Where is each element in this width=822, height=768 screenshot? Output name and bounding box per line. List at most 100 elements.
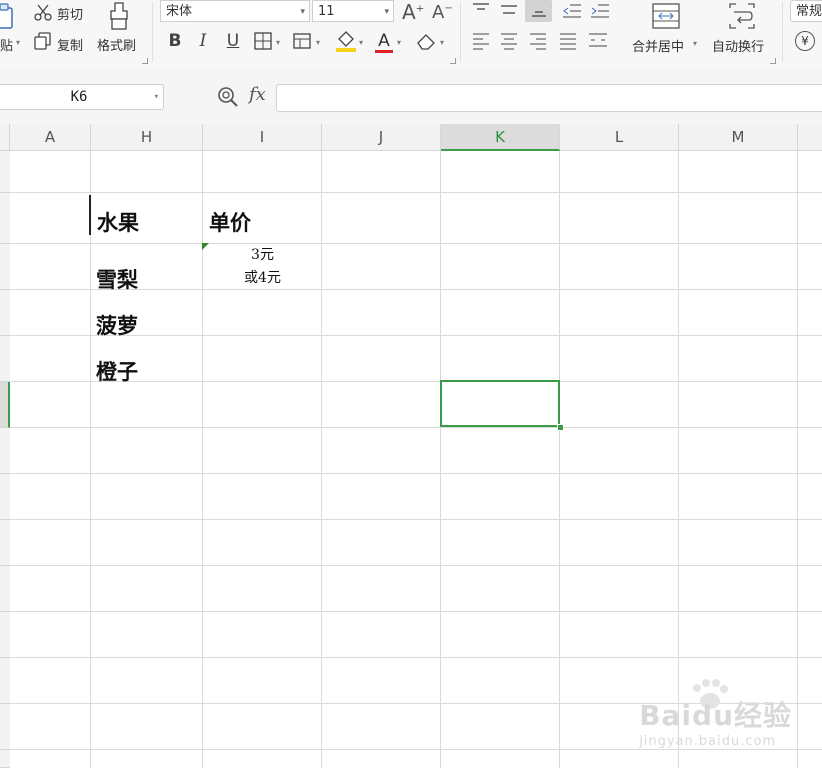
font-size-select[interactable]: 11 ▾ <box>312 0 394 22</box>
increase-indent-icon[interactable] <box>590 2 610 20</box>
paste-dropdown-icon[interactable]: ▾ <box>16 38 20 47</box>
grid-line <box>10 427 822 428</box>
align-left-icon[interactable] <box>471 32 491 50</box>
cell-h3-fruit[interactable]: 雪梨 <box>96 264 138 294</box>
currency-icon[interactable]: ¥ <box>795 31 815 51</box>
format-painter-icon[interactable] <box>106 1 132 31</box>
font-size-value: 11 <box>318 4 335 19</box>
grid-line <box>10 657 822 658</box>
currency-symbol: ¥ <box>801 34 809 48</box>
font-name-value: 宋体 <box>166 4 193 19</box>
name-box[interactable]: K6 ▾ <box>0 84 164 110</box>
function-button[interactable]: fx <box>249 84 266 105</box>
zoom-search-icon[interactable] <box>217 86 239 108</box>
chevron-down-icon[interactable]: ▾ <box>693 39 697 48</box>
grid-line <box>10 611 822 612</box>
row-header[interactable] <box>0 193 10 244</box>
format-painter-button[interactable]: 格式刷 <box>97 35 136 54</box>
comment-indicator-icon[interactable] <box>202 243 209 250</box>
clipboard-launcher-icon[interactable] <box>142 58 148 64</box>
price-line-2: 或4元 <box>244 270 281 286</box>
font-launcher-icon[interactable] <box>450 58 456 64</box>
alignment-launcher-icon[interactable] <box>770 58 776 64</box>
copy-button[interactable]: 复制 <box>57 35 83 54</box>
cell-h5-fruit[interactable]: 橙子 <box>96 356 138 386</box>
row-header[interactable] <box>0 704 10 750</box>
column-header-i[interactable]: I <box>203 124 322 151</box>
paste-icon[interactable] <box>0 2 16 30</box>
cell-h4-fruit[interactable]: 菠萝 <box>96 310 138 340</box>
row-header-active[interactable] <box>0 382 10 428</box>
grid-line <box>10 749 822 750</box>
watermark-url: jingyan.baidu.com <box>639 734 777 749</box>
select-all-corner[interactable] <box>0 124 10 151</box>
grid-line <box>10 192 822 193</box>
underline-button[interactable]: U <box>224 30 242 52</box>
fill-color-icon[interactable] <box>334 29 358 53</box>
chevron-down-icon[interactable]: ▾ <box>276 38 280 47</box>
column-header-n[interactable] <box>798 124 822 151</box>
wrap-text-icon[interactable] <box>727 2 757 30</box>
eraser-icon[interactable] <box>415 31 439 51</box>
align-bottom-icon <box>532 11 546 17</box>
baidu-watermark: Baidu经验 jingyan.baidu.com <box>639 679 792 749</box>
justify-icon[interactable] <box>558 32 578 50</box>
increase-font-button[interactable]: A+ <box>402 0 424 24</box>
row-header[interactable] <box>0 244 10 290</box>
chevron-down-icon[interactable]: ▾ <box>397 38 401 47</box>
row-header[interactable] <box>0 290 10 336</box>
column-header-l[interactable]: L <box>560 124 679 151</box>
row-header[interactable] <box>0 750 10 768</box>
font-color-button[interactable]: A <box>376 30 392 52</box>
active-cell-k6[interactable] <box>440 380 560 427</box>
chevron-down-icon: ▾ <box>153 92 159 102</box>
chevron-down-icon[interactable]: ▾ <box>359 38 363 47</box>
decrease-font-button[interactable]: A− <box>432 2 453 23</box>
group-separator <box>152 2 153 62</box>
copy-icon[interactable] <box>34 32 52 50</box>
chevron-down-icon[interactable]: ▾ <box>316 38 320 47</box>
row-header[interactable] <box>0 474 10 520</box>
number-format-select[interactable]: 常规 <box>790 0 822 22</box>
cell-i3-price[interactable]: 3元 或4元 <box>203 243 322 290</box>
font-name-select[interactable]: 宋体 ▾ <box>160 0 310 22</box>
column-header-j[interactable]: J <box>322 124 441 151</box>
formula-input[interactable] <box>276 84 822 112</box>
chevron-down-icon[interactable]: ▾ <box>440 38 444 47</box>
column-header-k[interactable]: K <box>441 124 560 151</box>
price-line-1: 3元 <box>251 247 274 263</box>
row-header[interactable] <box>0 336 10 382</box>
row-header[interactable] <box>0 566 10 612</box>
merge-center-icon[interactable] <box>651 2 681 30</box>
cut-button[interactable]: 剪切 <box>57 4 83 23</box>
cell-style-icon[interactable] <box>293 32 315 50</box>
distributed-align-icon[interactable] <box>587 32 609 50</box>
fill-handle[interactable] <box>557 424 564 431</box>
row-header[interactable] <box>0 151 10 193</box>
column-header-a[interactable]: A <box>10 124 91 151</box>
paste-label[interactable]: 贴 <box>0 35 13 54</box>
column-header-h[interactable]: H <box>91 124 203 151</box>
align-middle-icon[interactable] <box>499 2 519 18</box>
row-header[interactable] <box>0 428 10 474</box>
chevron-down-icon: ▾ <box>300 7 305 17</box>
decrease-indent-icon[interactable] <box>562 2 582 20</box>
name-box-value: K6 <box>70 89 88 105</box>
merge-center-button[interactable]: 合并居中 <box>632 36 684 55</box>
borders-icon[interactable] <box>254 32 274 50</box>
row-header[interactable] <box>0 658 10 704</box>
align-bottom-button[interactable] <box>525 0 552 22</box>
align-top-icon[interactable] <box>471 2 491 18</box>
row-header[interactable] <box>0 520 10 566</box>
cell-h2-fruit-header[interactable]: 水果 <box>97 207 139 237</box>
bold-button[interactable]: B <box>166 30 184 52</box>
ribbon-toolbar: 贴 ▾ 剪切 复制 格式刷 宋体 ▾ 11 ▾ A+ A− B I U ▾ ▾ … <box>0 0 822 69</box>
row-header[interactable] <box>0 612 10 658</box>
align-right-icon[interactable] <box>528 32 548 50</box>
wrap-text-button[interactable]: 自动换行 <box>712 36 764 55</box>
column-header-m[interactable]: M <box>679 124 798 151</box>
align-center-icon[interactable] <box>499 32 519 50</box>
cell-i2-price-header[interactable]: 单价 <box>209 207 251 237</box>
scissors-icon[interactable] <box>34 3 52 21</box>
italic-button[interactable]: I <box>196 30 210 52</box>
